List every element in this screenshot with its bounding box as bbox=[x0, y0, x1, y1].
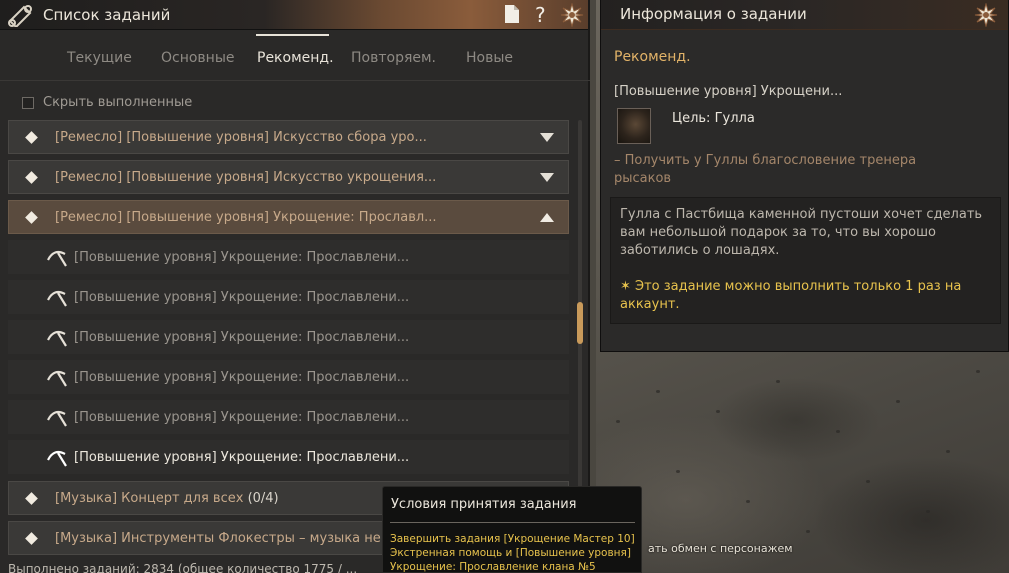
quest-list-title: Список заданий bbox=[43, 6, 171, 24]
quest-category-row[interactable]: [Ремесло] [Повышение уровня] Искусство у… bbox=[8, 160, 569, 194]
chevron-down-icon[interactable] bbox=[540, 173, 554, 182]
quest-category-row[interactable]: [Ремесло] [Повышение уровня] Искусство с… bbox=[8, 120, 569, 154]
quest-list-item-label: [Повышение уровня] Укрощение: Прославлен… bbox=[74, 369, 410, 385]
completed-quests-summary: Выполнено заданий: 2834 (общее количеств… bbox=[8, 562, 358, 573]
scroll-icon bbox=[8, 5, 32, 27]
quest-objective: – Получить у Гуллы благословение тренера… bbox=[614, 153, 917, 186]
sickle-icon bbox=[47, 410, 67, 427]
sickle-icon bbox=[47, 370, 67, 387]
quest-list-item[interactable]: [Повышение уровня] Укрощение: Прославлен… bbox=[8, 400, 569, 434]
quest-category-text: [Музыка] Концерт для всех bbox=[55, 490, 244, 506]
diamond-icon bbox=[25, 531, 38, 545]
quest-tabs: Текущие Основные Рекоменд. Повторяем. Но… bbox=[0, 40, 590, 80]
quest-list-item-label: [Повышение уровня] Укрощение: Прославлен… bbox=[74, 409, 410, 425]
quest-list-item-label: [Повышение уровня] Укрощение: Прославлен… bbox=[74, 449, 410, 465]
quest-list-scroll-thumb[interactable] bbox=[577, 302, 583, 344]
quest-goal: Цель: Гулла bbox=[672, 111, 755, 126]
tooltip-body: Завершить задания [Укрощение Мастер 10] … bbox=[390, 533, 635, 573]
settings-gear-icon[interactable] bbox=[974, 3, 998, 27]
document-icon[interactable] bbox=[503, 4, 521, 24]
sickle-icon bbox=[47, 450, 67, 467]
quest-note: ✶ Это задание можно выполнить только 1 р… bbox=[620, 279, 962, 312]
hide-completed-label: Скрыть выполненные bbox=[43, 95, 193, 110]
quest-list-item-label: [Повышение уровня] Укрощение: Прославлен… bbox=[74, 329, 410, 345]
svg-text:?: ? bbox=[535, 4, 546, 26]
quest-list-title-bar[interactable]: Список заданий ? bbox=[0, 0, 588, 30]
quest-category-label: [Ремесло] [Повышение уровня] Искусство с… bbox=[55, 129, 427, 145]
quest-info-title: Информация о задании bbox=[620, 5, 807, 23]
sickle-icon bbox=[47, 250, 67, 267]
tab-recommended[interactable]: Рекоменд. bbox=[257, 50, 334, 66]
diamond-icon bbox=[25, 170, 38, 184]
diamond-icon bbox=[25, 210, 38, 224]
tab-main[interactable]: Основные bbox=[161, 50, 235, 66]
settings-gear-icon[interactable] bbox=[560, 3, 584, 27]
npc-portrait[interactable] bbox=[617, 108, 651, 144]
quest-list-item-selected[interactable]: [Повышение уровня] Укрощение: Прославлен… bbox=[8, 440, 569, 474]
quest-info-panel: Информация о задании Рекоменд. [Повышени… bbox=[600, 0, 1009, 352]
quest-list-item[interactable]: [Повышение уровня] Укрощение: Прославлен… bbox=[8, 360, 569, 394]
tooltip-divider bbox=[390, 522, 635, 523]
hide-completed-toggle[interactable]: Скрыть выполненные bbox=[22, 95, 192, 110]
active-tab-indicator bbox=[256, 34, 329, 36]
quest-list-item[interactable]: [Повышение уровня] Укрощение: Прославлен… bbox=[8, 280, 569, 314]
chevron-up-icon[interactable] bbox=[540, 213, 554, 222]
quest-category-label: [Ремесло] [Повышение уровня] Укрощение: … bbox=[55, 209, 437, 225]
diamond-icon bbox=[25, 491, 38, 505]
quest-info-title-bar[interactable]: Информация о задании bbox=[601, 0, 1008, 30]
quest-category-count: (0/4) bbox=[247, 490, 279, 506]
tabs-divider bbox=[0, 80, 590, 81]
help-icon[interactable]: ? bbox=[533, 4, 551, 26]
world-interaction-hint[interactable]: ать обмен с персонажем bbox=[648, 542, 793, 555]
tab-current[interactable]: Текущие bbox=[67, 50, 132, 66]
quest-category-row-expanded[interactable]: [Ремесло] [Повышение уровня] Укрощение: … bbox=[8, 200, 569, 234]
chevron-down-icon[interactable] bbox=[540, 133, 554, 142]
tab-repeatable[interactable]: Повторяем. bbox=[351, 50, 436, 66]
quest-category-label: [Музыка] Инструменты Флокестры – музыка … bbox=[55, 530, 381, 546]
diamond-icon bbox=[25, 130, 38, 144]
quest-description-box: Гулла с Пастбища каменной пустоши хочет … bbox=[610, 197, 1001, 324]
sickle-icon bbox=[47, 330, 67, 347]
tooltip-title: Условия принятия задания bbox=[391, 497, 577, 512]
quest-category-label: [Ремесло] [Повышение уровня] Искусство у… bbox=[55, 169, 437, 185]
hide-completed-checkbox[interactable] bbox=[22, 96, 34, 109]
quest-info-category: Рекоменд. bbox=[614, 49, 691, 65]
tab-new[interactable]: Новые bbox=[466, 50, 513, 66]
quest-list-item-label: [Повышение уровня] Укрощение: Прославлен… bbox=[74, 249, 410, 265]
quest-requirements-tooltip: Условия принятия задания Завершить задан… bbox=[382, 486, 642, 573]
sickle-icon bbox=[47, 290, 67, 307]
quest-info-name: [Повышение уровня] Укрощени... bbox=[614, 84, 843, 99]
quest-list-item[interactable]: [Повышение уровня] Укрощение: Прославлен… bbox=[8, 320, 569, 354]
quest-category-label: [Музыка] Концерт для всех (0/4) bbox=[55, 491, 279, 506]
quest-description: Гулла с Пастбища каменной пустоши хочет … bbox=[620, 207, 983, 258]
quest-list-item[interactable]: [Повышение уровня] Укрощение: Прославлен… bbox=[8, 240, 569, 274]
quest-list-item-label: [Повышение уровня] Укрощение: Прославлен… bbox=[74, 289, 410, 305]
